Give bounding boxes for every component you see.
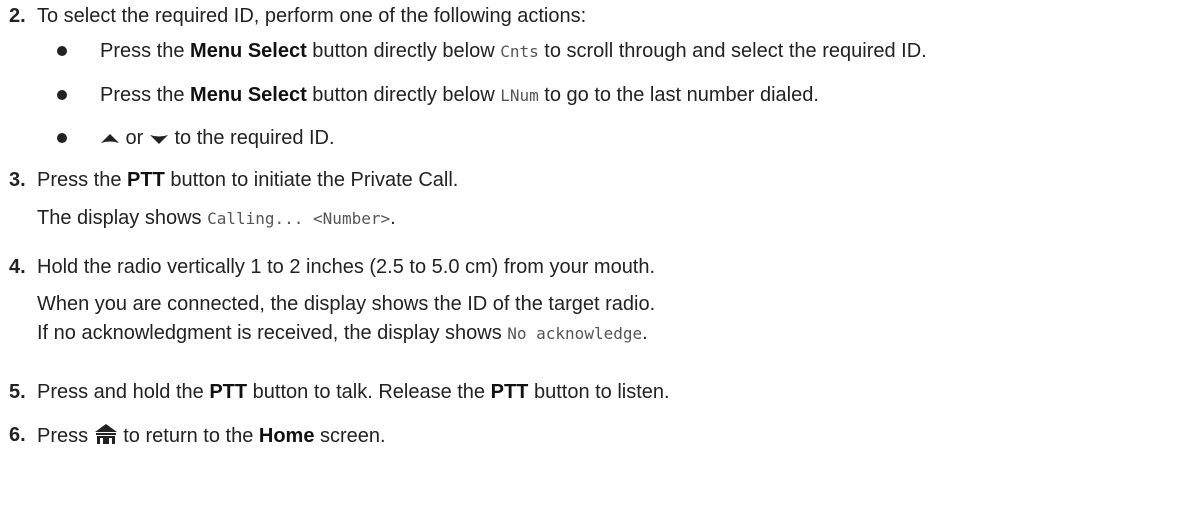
bullet-text: button directly below — [306, 40, 501, 62]
result-text: . — [390, 207, 396, 229]
step-number: 2. — [9, 5, 26, 27]
step-text: Press the PTT button to initiate the Pri… — [37, 168, 458, 192]
step-text-part: Press — [37, 425, 94, 447]
home-icon — [94, 423, 118, 451]
bullet-icon — [57, 46, 67, 56]
step-5: 5. Press and hold the PTT button to talk… — [0, 380, 1199, 404]
bullet-icon — [57, 133, 67, 143]
step-text-part: screen. — [314, 425, 386, 447]
bullet-text: or — [120, 127, 149, 149]
step-text-part: Press and hold the — [37, 381, 210, 403]
bullet-text: Press the — [100, 40, 191, 62]
display-code: LNum — [500, 86, 539, 105]
result-text: . — [642, 322, 648, 344]
bullet-text: to scroll through and select the require… — [538, 40, 927, 62]
ptt-label: PTT — [209, 381, 248, 403]
step-4: 4. Hold the radio vertically 1 to 2 inch… — [0, 255, 1199, 279]
ptt-label: PTT — [127, 169, 165, 191]
bullet-text: to the required ID. — [168, 127, 335, 149]
step-number: 5. — [9, 381, 26, 403]
step-result: When you are connected, the display show… — [37, 293, 656, 315]
bullet-text: to go to the last number dialed. — [538, 84, 819, 106]
bullet-text: button directly below — [306, 84, 501, 106]
step-number: 6. — [9, 424, 26, 446]
arrow-up-icon — [100, 127, 120, 151]
step-6: 6. Press to return to the Home screen. — [0, 423, 1199, 447]
step-result: If no acknowledgment is received, the di… — [37, 321, 648, 346]
step-text-part: to return to the — [117, 425, 259, 447]
step-text-part: button to talk. Release the — [247, 381, 491, 403]
ptt-label: PTT — [490, 381, 529, 403]
bullet-item: Press the Menu Select button directly be… — [100, 39, 927, 64]
step-text: To select the required ID, perform one o… — [37, 5, 587, 27]
bullet-icon — [57, 90, 67, 100]
display-code: No acknowledge — [507, 324, 643, 343]
arrow-down-icon — [149, 127, 169, 151]
result-text: If no acknowledgment is received, the di… — [37, 322, 508, 344]
step-text: Hold the radio vertically 1 to 2 inches … — [37, 256, 656, 278]
bullet-item: or to the required ID. — [100, 126, 335, 151]
step-text-part: button to listen. — [528, 381, 670, 403]
bullet-text: Press the — [100, 84, 191, 106]
home-label: Home — [258, 425, 315, 447]
step-text: Press to return to the Home screen. — [37, 423, 386, 451]
display-code: Calling... <Number> — [207, 209, 391, 228]
menu-select-label: Menu Select — [190, 84, 307, 106]
step-number: 3. — [9, 169, 26, 191]
step-text-part: Press the — [37, 169, 128, 191]
result-text: The display shows — [37, 207, 208, 229]
bullet-item: Press the Menu Select button directly be… — [100, 83, 819, 108]
step-text: Press and hold the PTT button to talk. R… — [37, 380, 670, 404]
step-result: The display shows Calling... <Number>. — [37, 206, 396, 231]
instruction-document: 2. To select the required ID, perform on… — [0, 0, 1199, 527]
step-2: 2. To select the required ID, perform on… — [0, 4, 1199, 28]
step-number: 4. — [9, 256, 26, 278]
menu-select-label: Menu Select — [190, 40, 307, 62]
display-code: Cnts — [500, 42, 539, 61]
step-3: 3. Press the PTT button to initiate the … — [0, 168, 1199, 192]
step-text-part: button to initiate the Private Call. — [164, 169, 459, 191]
